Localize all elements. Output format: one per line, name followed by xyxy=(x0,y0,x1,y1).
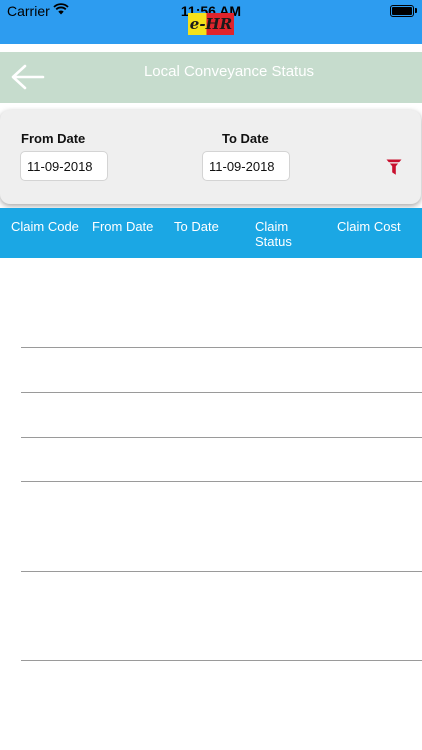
column-claim-code[interactable]: Claim Code xyxy=(11,219,89,234)
row-divider xyxy=(21,347,422,348)
ehr-logo: e-HR xyxy=(188,13,234,35)
from-date-input[interactable] xyxy=(20,151,108,181)
row-divider xyxy=(21,392,422,393)
app-header: Local Conveyance Status xyxy=(0,52,422,103)
row-divider xyxy=(21,660,422,661)
table-header: Claim Code From Date To Date Claim Statu… xyxy=(0,208,422,258)
column-claim-status[interactable]: Claim Status xyxy=(255,219,310,249)
to-date-input[interactable] xyxy=(202,151,290,181)
battery-tip xyxy=(415,8,417,13)
battery-icon xyxy=(390,5,414,17)
filter-funnel-icon[interactable] xyxy=(386,158,402,176)
column-from-date[interactable]: From Date xyxy=(92,219,170,234)
page-title: Local Conveyance Status xyxy=(143,63,315,80)
to-date-label: To Date xyxy=(222,131,269,146)
column-claim-cost[interactable]: Claim Cost xyxy=(337,219,417,234)
date-filter-card: From Date To Date xyxy=(0,110,421,204)
column-to-date[interactable]: To Date xyxy=(174,219,244,234)
from-date-label: From Date xyxy=(21,131,86,146)
row-divider xyxy=(21,571,422,572)
row-divider xyxy=(21,481,422,482)
status-bar: Carrier 11:56 AM e-HR xyxy=(0,0,422,44)
row-divider xyxy=(21,437,422,438)
